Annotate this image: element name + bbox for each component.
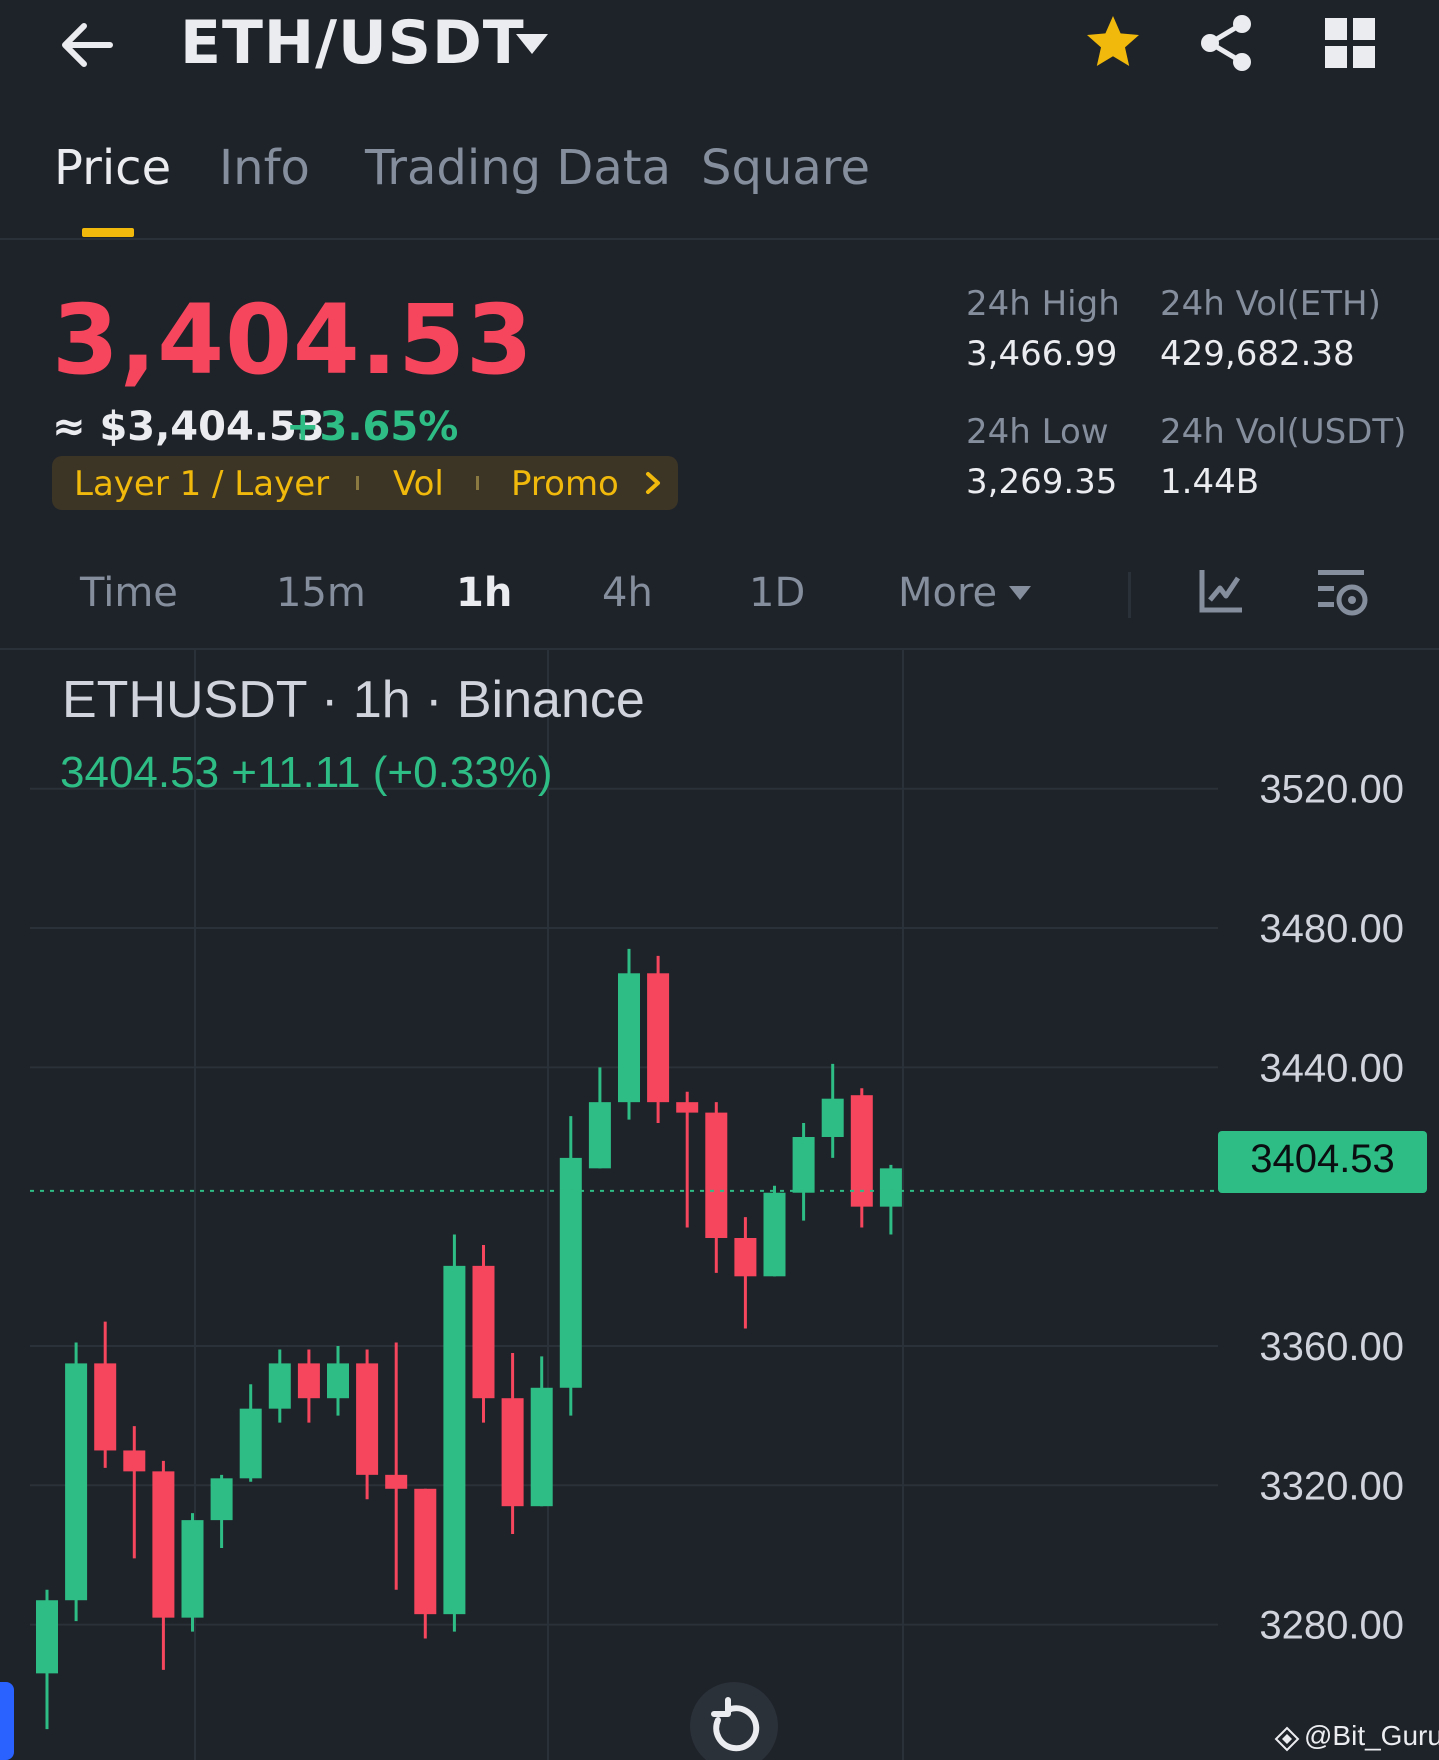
more-caret-icon[interactable] xyxy=(1008,584,1032,602)
candle-body xyxy=(559,1157,582,1388)
rotate-icon xyxy=(711,1697,760,1752)
candle-body xyxy=(501,1398,524,1507)
interval-selector: Time 15m 1h 4h 1D More xyxy=(0,560,1439,650)
y-axis-tick-label: 3520.00 xyxy=(1259,768,1404,812)
tab-price[interactable]: Price xyxy=(54,140,171,196)
tag-promo[interactable]: Promo xyxy=(511,464,619,504)
candle-body xyxy=(821,1098,844,1137)
binance-logo-icon xyxy=(1274,1726,1300,1752)
stat-24h-low-label: 24h Low xyxy=(966,412,1109,452)
candle-body xyxy=(210,1478,233,1521)
y-axis-tick-label: 3480.00 xyxy=(1259,907,1404,951)
candle-body xyxy=(36,1600,58,1674)
candle-body xyxy=(356,1363,379,1475)
last-price: 3,404.53 xyxy=(52,284,534,396)
candle-body xyxy=(879,1168,902,1207)
candle-body xyxy=(65,1363,88,1601)
candle-body xyxy=(647,973,670,1103)
stat-24h-vol-eth-value: 429,682.38 xyxy=(1160,334,1355,374)
candle-body xyxy=(472,1265,495,1399)
candle-body xyxy=(705,1112,728,1238)
share-icon[interactable] xyxy=(1196,12,1258,74)
interval-time[interactable]: Time xyxy=(80,570,178,616)
chevron-right-icon[interactable] xyxy=(640,468,666,498)
candle-body xyxy=(239,1408,262,1479)
candle-body xyxy=(327,1363,349,1399)
interval-4h[interactable]: 4h xyxy=(602,570,653,616)
candle-body xyxy=(123,1450,146,1472)
tab-square[interactable]: Square xyxy=(701,140,870,196)
candle-body xyxy=(676,1102,699,1113)
candlestick-chart[interactable]: 3520.00 3480.00 3440.00 3360.00 3320.00 3280.… xyxy=(0,650,1439,1760)
chart-title: ETHUSDT · 1h · Binance xyxy=(62,671,645,729)
tag-divider xyxy=(356,476,359,490)
candle-body xyxy=(414,1488,437,1615)
stat-24h-high-value: 3,466.99 xyxy=(966,334,1118,374)
candle-body xyxy=(152,1471,175,1618)
star-icon[interactable] xyxy=(1083,12,1143,72)
price-change-percent: +3.65% xyxy=(286,404,459,450)
candle-body xyxy=(618,973,640,1103)
chart-settings-icon[interactable] xyxy=(1316,566,1372,620)
candle-body xyxy=(734,1238,757,1277)
candle-body xyxy=(530,1387,553,1507)
back-arrow-icon[interactable] xyxy=(56,14,118,76)
tag-bar[interactable]: Layer 1 / Layer Vol Promo xyxy=(52,456,678,510)
side-drawer-handle[interactable] xyxy=(0,1682,14,1760)
tab-trading-data[interactable]: Trading Data xyxy=(365,140,671,196)
candle-body xyxy=(443,1265,466,1615)
price-usd-equivalent: ≈ $3,404.53 xyxy=(52,404,325,450)
candle-body xyxy=(588,1102,611,1169)
chart-canvas[interactable]: 3520.00 3480.00 3440.00 3360.00 3320.00 3280.… xyxy=(0,650,1439,1760)
candle-body xyxy=(763,1192,786,1277)
y-axis-tick-label: 3440.00 xyxy=(1259,1046,1404,1090)
main-tabs: Price Info Trading Data Square xyxy=(0,140,1439,240)
stat-24h-vol-usdt-value: 1.44B xyxy=(1160,462,1260,502)
pair-title[interactable]: ETH/USDT xyxy=(180,8,525,78)
top-bar: ETH/USDT xyxy=(0,0,1439,95)
y-axis-tick-label: 3360.00 xyxy=(1259,1325,1404,1369)
tag-divider xyxy=(476,476,479,490)
watermark-text: @Bit_Guru xyxy=(1304,1720,1439,1751)
tag-vol[interactable]: Vol xyxy=(393,464,444,504)
stat-24h-vol-usdt-label: 24h Vol(USDT) xyxy=(1160,412,1407,452)
candle-body xyxy=(268,1363,291,1409)
tag-layer1[interactable]: Layer 1 / Layer xyxy=(74,464,329,504)
stat-24h-vol-eth-label: 24h Vol(ETH) xyxy=(1160,284,1381,324)
candle-body xyxy=(181,1520,204,1618)
reset-chart-button[interactable] xyxy=(690,1682,778,1760)
chart-ohlc-line: 3404.53 +11.11 (+0.33%) xyxy=(60,748,553,797)
tab-info[interactable]: Info xyxy=(219,140,310,196)
grid-icon[interactable] xyxy=(1325,18,1375,68)
current-price-tag-label: 3404.53 xyxy=(1250,1137,1395,1181)
interval-1h[interactable]: 1h xyxy=(456,570,512,616)
stat-24h-high-label: 24h High xyxy=(966,284,1120,324)
stat-24h-low-value: 3,269.35 xyxy=(966,462,1118,502)
indicator-icon[interactable] xyxy=(1198,566,1246,616)
pair-dropdown-caret-icon[interactable] xyxy=(514,30,550,58)
y-axis-tick-label: 3320.00 xyxy=(1259,1464,1404,1508)
candle-body xyxy=(792,1136,815,1193)
interval-1d[interactable]: 1D xyxy=(749,570,805,616)
active-tab-indicator xyxy=(82,228,134,237)
y-axis-tick-label: 3280.00 xyxy=(1259,1604,1404,1648)
interval-15m[interactable]: 15m xyxy=(276,570,366,616)
candle-body xyxy=(297,1363,320,1399)
current-price-tag: 3404.53 xyxy=(1218,1131,1427,1193)
interval-divider xyxy=(1128,572,1131,618)
interval-more[interactable]: More xyxy=(898,570,997,616)
candle-body xyxy=(94,1363,117,1451)
candle-body xyxy=(385,1474,408,1489)
